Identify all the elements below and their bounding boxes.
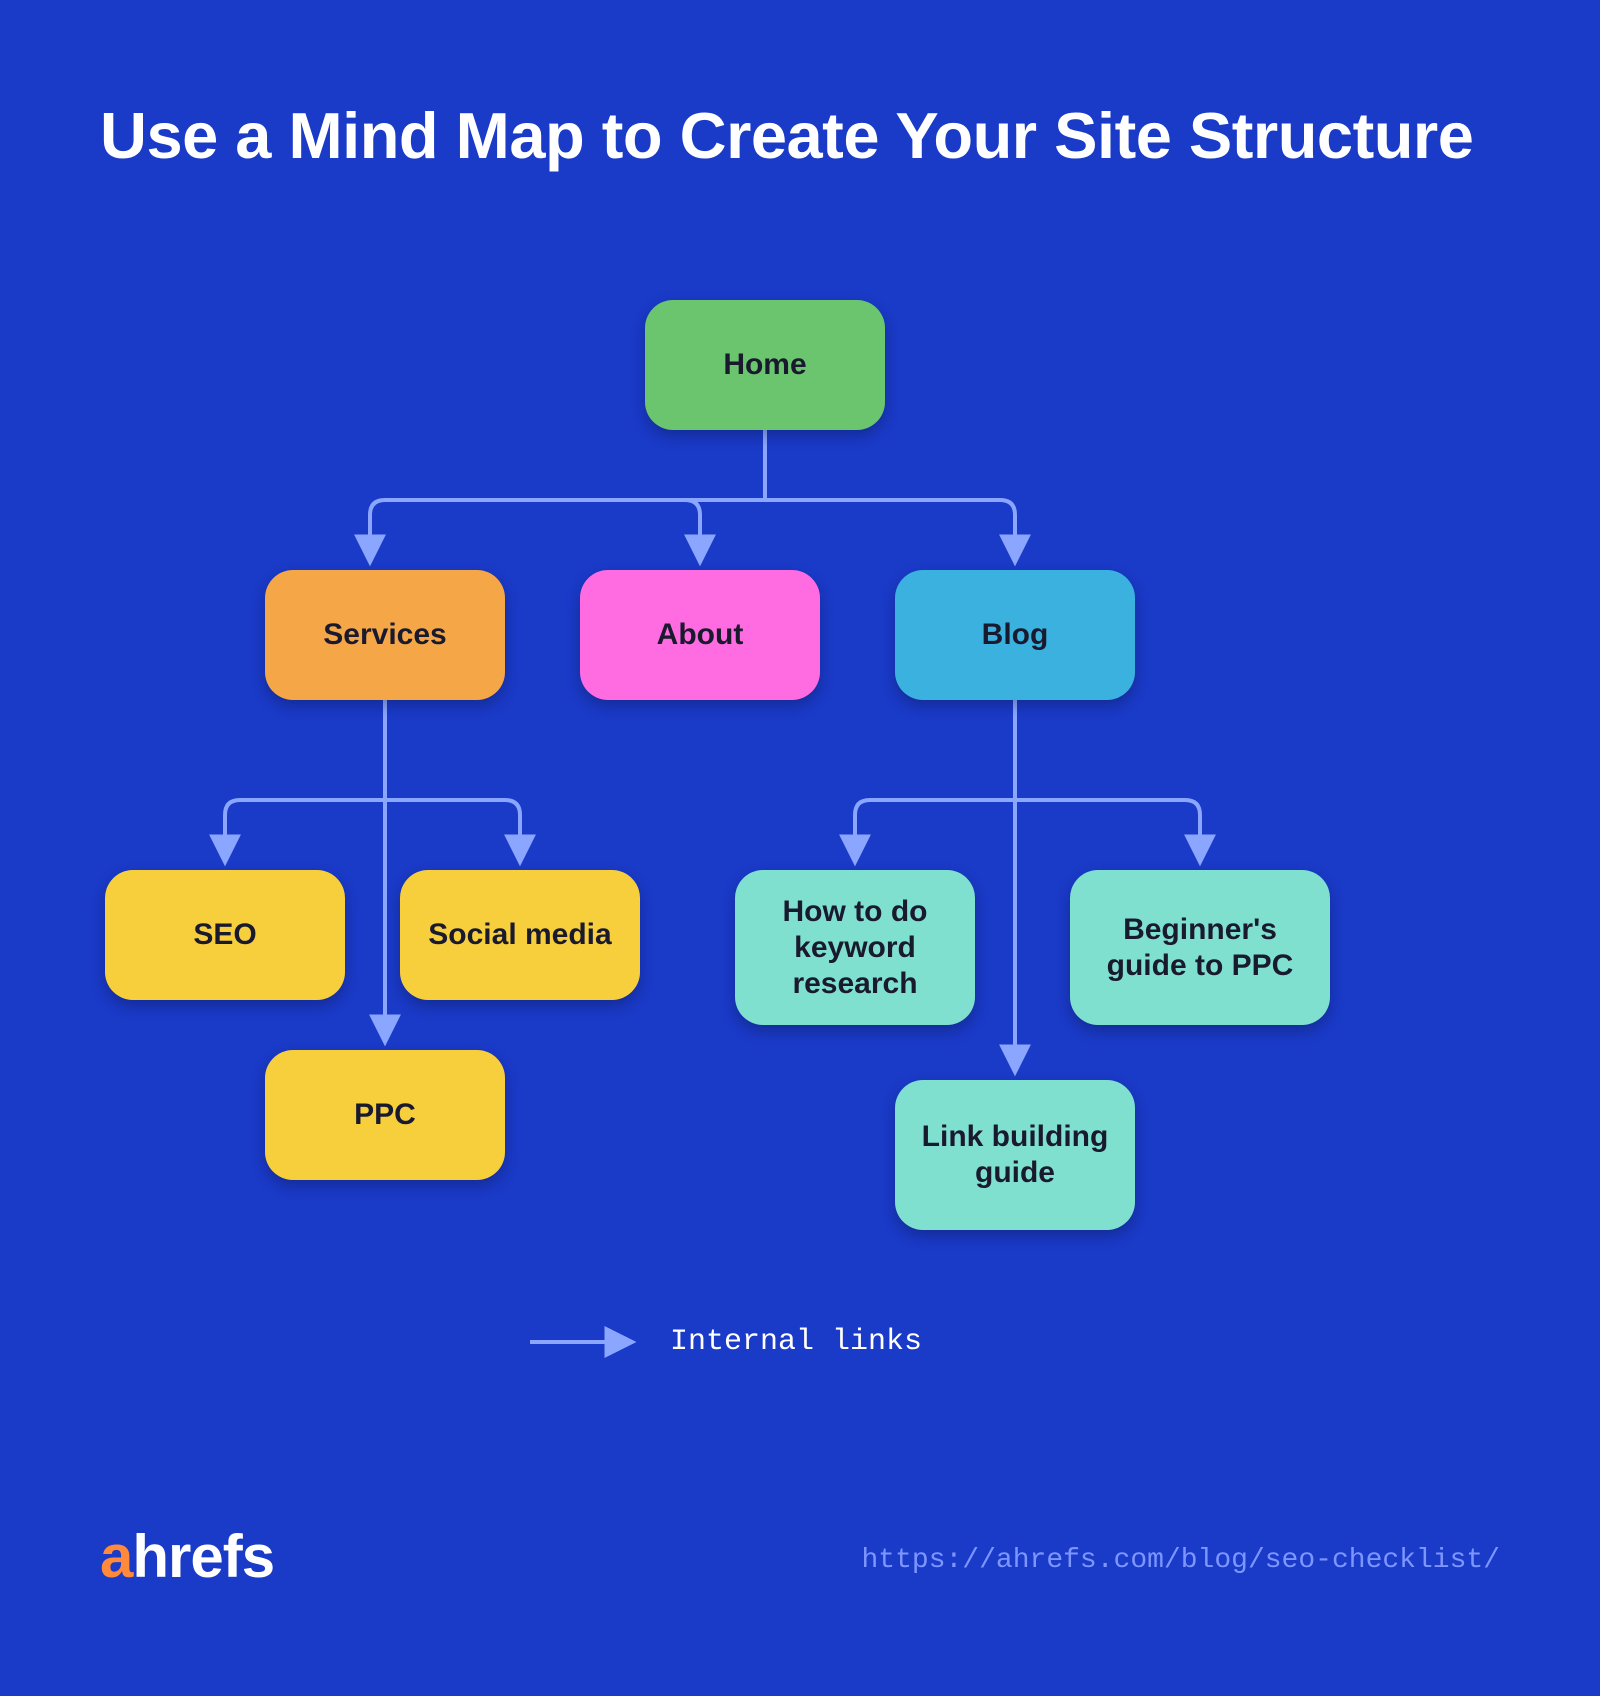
node-blog: Blog [895,570,1135,700]
node-social-media: Social media [400,870,640,1000]
node-home: Home [645,300,885,430]
node-about: About [580,570,820,700]
diagram-title: Use a Mind Map to Create Your Site Struc… [100,95,1473,176]
node-beginners-ppc: Beginner's guide to PPC [1070,870,1330,1025]
node-link-building: Link building guide [895,1080,1135,1230]
ahrefs-logo: ahrefs [100,1522,274,1591]
node-keyword-research: How to do keyword research [735,870,975,1025]
source-url: https://ahrefs.com/blog/seo-checklist/ [861,1545,1500,1576]
node-services: Services [265,570,505,700]
logo-highlight: a [100,1523,132,1590]
legend: Internal links [530,1325,922,1359]
connector-lines [0,0,1600,1696]
legend-label: Internal links [670,1325,922,1359]
node-ppc: PPC [265,1050,505,1180]
node-seo: SEO [105,870,345,1000]
arrow-icon [530,1332,640,1352]
logo-rest: hrefs [132,1523,274,1590]
